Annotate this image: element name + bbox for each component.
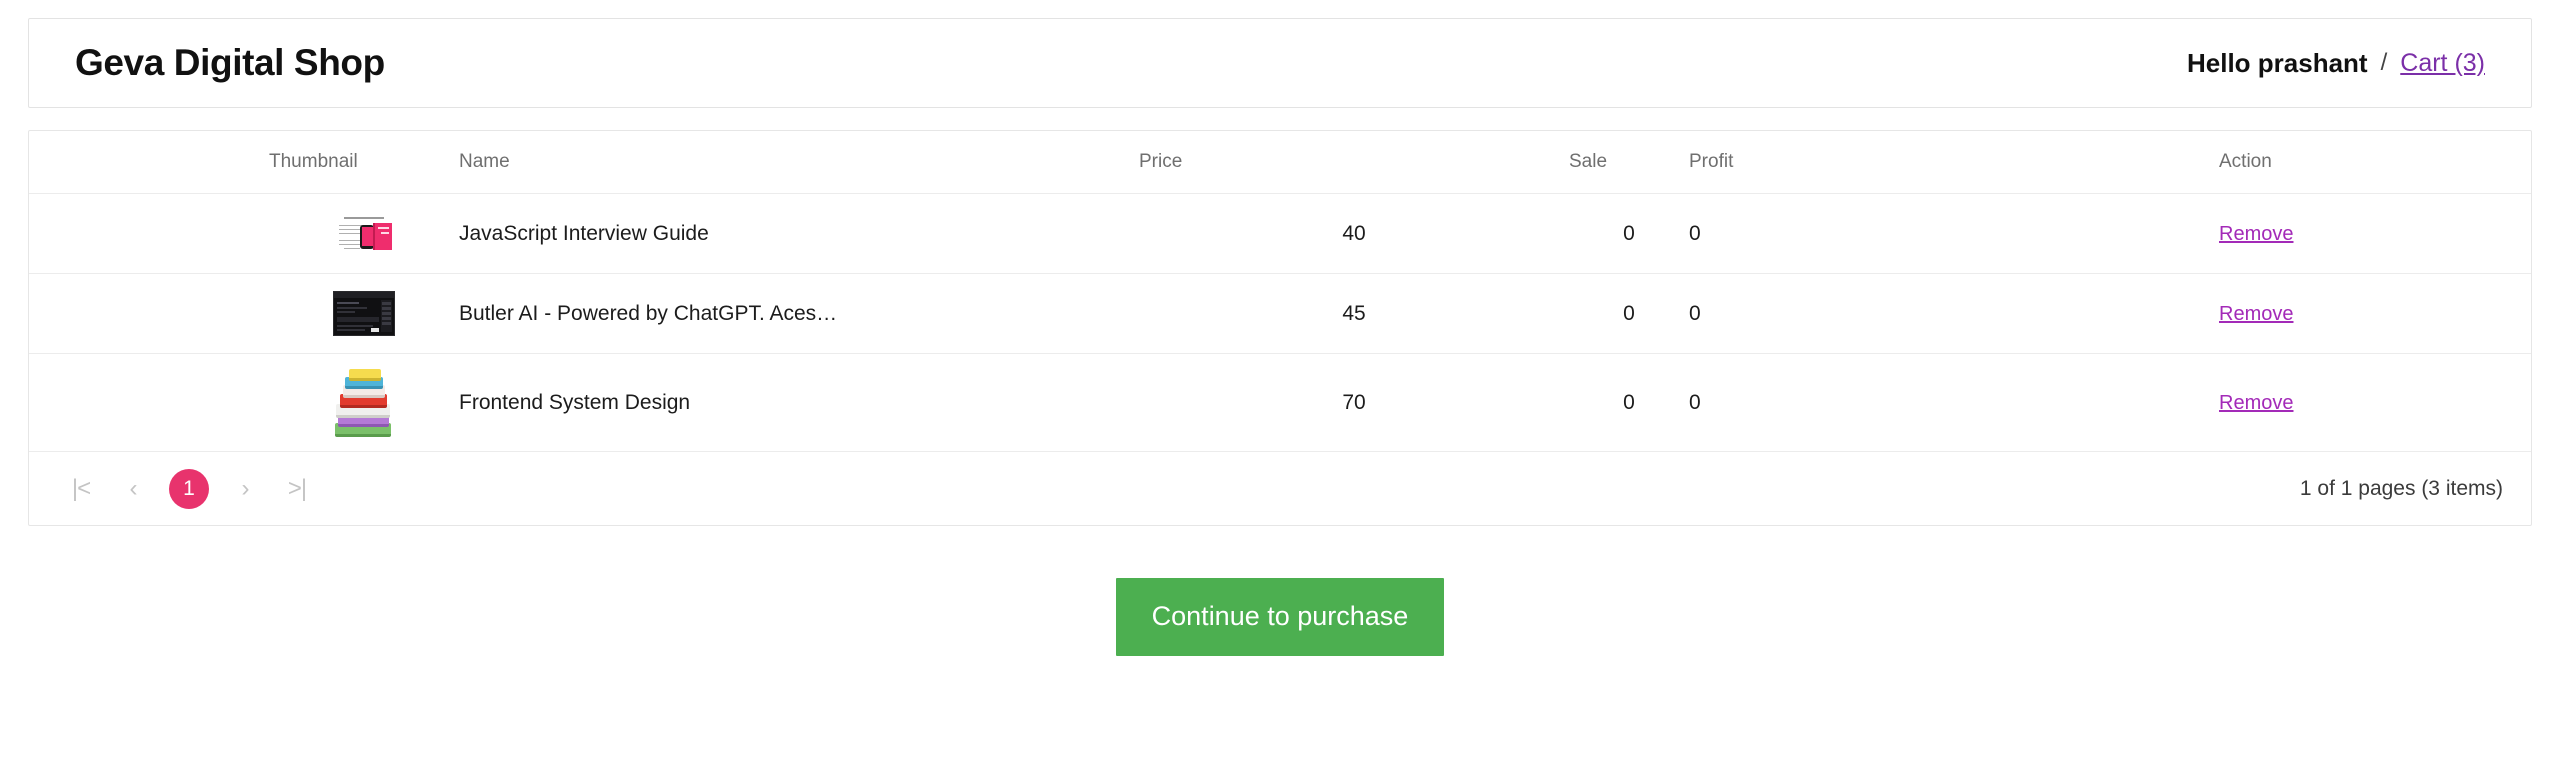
pagination-status: 1 of 1 pages (3 items) [2299,476,2503,500]
frontend-system-design-thumbnail-icon [333,366,395,439]
butler-ai-thumbnail-icon [333,291,395,336]
column-header-sale: Sale [1569,131,1689,194]
cell-product-name: JavaScript Interview Guide [459,193,1139,274]
greeting-text: Hello prashant [2187,47,2368,78]
column-header-action: Action [2219,131,2531,194]
cell-thumbnail [269,273,459,354]
remove-button[interactable]: Remove [2219,223,2293,245]
cell-profit: 0 [1689,353,1839,452]
column-header-price: Price [1139,131,1569,194]
cell-price: 40 [1139,193,1569,274]
page-title: Geva Digital Shop [75,42,385,83]
last-page-icon[interactable]: >| [271,468,323,510]
column-header-name: Name [459,131,1139,194]
cell-action: Remove [2219,273,2531,354]
row-spacer-2 [1839,193,2219,274]
table-row: Butler AI - Powered by ChatGPT. Aces… 45… [29,273,2531,354]
column-header-profit: Profit [1689,131,1839,194]
continue-to-purchase-button[interactable]: Continue to purchase [1115,578,1445,656]
column-header-thumbnail: Thumbnail [269,131,459,194]
cell-thumbnail [269,353,459,452]
cell-sale: 0 [1569,193,1689,274]
pagination-bar: |< ‹ 1 › >| 1 of 1 pages (3 items) [29,452,2531,525]
cell-sale: 0 [1569,353,1689,452]
header-spacer [29,131,269,194]
cell-sale: 0 [1569,273,1689,354]
row-spacer-2 [1839,273,2219,354]
cell-profit: 0 [1689,273,1839,354]
table-row: Frontend System Design 70 0 0 Remove [29,353,2531,452]
row-spacer [29,353,269,452]
cell-product-name: Frontend System Design [459,353,1139,452]
cell-product-name: Butler AI - Powered by ChatGPT. Aces… [459,273,1139,354]
row-spacer [29,273,269,354]
cell-thumbnail [269,193,459,274]
remove-button[interactable]: Remove [2219,392,2293,414]
cart-table-body: JavaScript Interview Guide 40 0 0 Remove [29,193,2531,452]
cell-price: 70 [1139,353,1569,452]
cell-action: Remove [2219,193,2531,274]
javascript-interview-guide-thumbnail-icon [332,211,396,256]
cell-price: 45 [1139,273,1569,354]
next-page-icon[interactable]: › [219,468,271,510]
cart-table: Thumbnail Name Price Sale Profit Action [29,131,2531,452]
row-spacer [29,193,269,274]
row-spacer-2 [1839,353,2219,452]
cart-table-card: Thumbnail Name Price Sale Profit Action [28,130,2532,526]
cart-link[interactable]: Cart (3) [2400,49,2485,78]
table-header-row: Thumbnail Name Price Sale Profit Action [29,131,2531,194]
cell-action: Remove [2219,353,2531,452]
purchase-button-container: Continue to purchase [28,578,2532,656]
site-header: Geva Digital Shop Hello prashant / Cart … [28,18,2532,108]
previous-page-icon[interactable]: ‹ [107,468,159,510]
header-user-area: Hello prashant / Cart (3) [2187,48,2485,79]
cell-profit: 0 [1689,193,1839,274]
cart-page: Geva Digital Shop Hello prashant / Cart … [0,18,2560,766]
first-page-icon[interactable]: |< [55,468,107,510]
cart-table-head: Thumbnail Name Price Sale Profit Action [29,131,2531,194]
header-spacer-2 [1839,131,2219,194]
page-number-1[interactable]: 1 [169,468,209,509]
pagination-controls: |< ‹ 1 › >| [55,468,323,510]
table-row: JavaScript Interview Guide 40 0 0 Remove [29,193,2531,274]
remove-button[interactable]: Remove [2219,303,2293,325]
header-separator: / [2380,49,2388,76]
